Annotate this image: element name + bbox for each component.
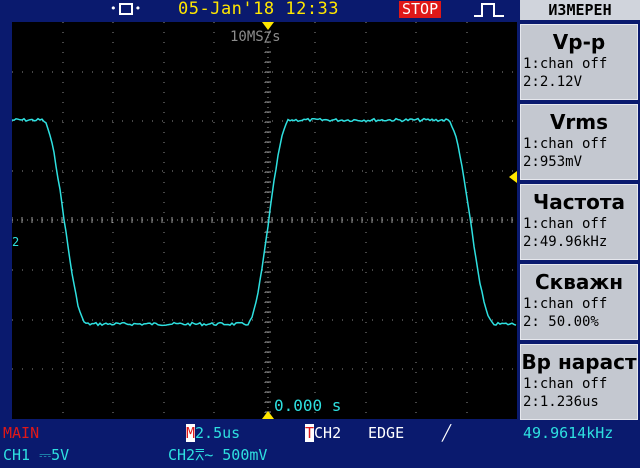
measure-title: Частота	[533, 190, 625, 214]
measure-ch2: 2:1.236us	[523, 394, 599, 410]
measure-duty[interactable]: Скважн 1:chan off 2: 50.00%	[520, 264, 638, 340]
measure-title: Вр нараст	[521, 350, 637, 374]
trigger-letter: T	[305, 424, 315, 442]
rising-slope-icon: ╱	[442, 424, 452, 442]
main-label: MAIN	[3, 424, 40, 442]
measure-ch2: 2:2.12V	[523, 74, 583, 90]
measure-ch1: 1:chan off	[523, 56, 608, 72]
measure-frequency[interactable]: Частота 1:chan off 2:49.96kHz	[520, 184, 638, 260]
trigger-level-marker	[509, 171, 517, 183]
measure-vpp[interactable]: Vp-p 1:chan off 2:2.12V	[520, 24, 638, 100]
measure-title: Vp-p	[552, 30, 606, 54]
measure-ch2: 2:953mV	[523, 154, 583, 170]
timebase-letter: M	[186, 424, 196, 442]
status-row-channels: CH1 ⎓5V CH2⩞∼ 500mV	[0, 446, 640, 468]
trigger-position: 0.000 s	[274, 396, 342, 415]
timebase[interactable]: M2.5us	[186, 424, 240, 442]
measure-ch1: 1:chan off	[523, 136, 608, 152]
top-bar: • • 05-Jan'18 12:33 STOP	[0, 0, 518, 20]
measure-panel-title: ИЗМЕРЕН	[520, 0, 640, 20]
measure-ch1: 1:chan off	[523, 216, 608, 232]
run-stop-status[interactable]: STOP	[399, 1, 442, 18]
status-row-trigger: MAIN M2.5us TCH2 EDGE ╱ 49.9614kHz	[0, 424, 640, 446]
trigger-type: EDGE	[368, 424, 405, 442]
ch2-waveform	[12, 117, 517, 327]
trigger-frequency: 49.9614kHz	[523, 424, 614, 442]
date-time: 05-Jan'18 12:33	[178, 0, 340, 19]
measure-ch1: 1:chan off	[523, 376, 608, 392]
waveform-display[interactable]: 10MS/s 0.000 s 2	[12, 22, 517, 419]
measure-ch2: 2:49.96kHz	[523, 234, 608, 250]
measure-title: Скважн	[534, 270, 624, 294]
ch1-scale[interactable]: CH1 ⎓5V	[3, 446, 69, 464]
measure-rise-time[interactable]: Вр нараст 1:chan off 2:1.236us	[520, 344, 638, 420]
usb-icon: • •	[110, 2, 142, 15]
ch2-ground-marker: 2	[12, 235, 20, 249]
trigger-source[interactable]: TCH2	[305, 424, 341, 442]
timebase-value: 2.5us	[195, 424, 241, 442]
measure-ch1: 1:chan off	[523, 296, 608, 312]
ch2-scale[interactable]: CH2⩞∼ 500mV	[168, 446, 267, 464]
trigger-pos-marker-bottom	[262, 411, 274, 419]
measure-ch2: 2: 50.00%	[523, 314, 599, 330]
graticule	[12, 22, 517, 419]
trigger-source-value: CH2	[314, 424, 342, 442]
measure-vrms[interactable]: Vrms 1:chan off 2:953mV	[520, 104, 638, 180]
measure-title: Vrms	[549, 110, 609, 134]
sample-rate: 10MS/s	[230, 29, 281, 45]
square-pulse-icon	[474, 3, 504, 17]
